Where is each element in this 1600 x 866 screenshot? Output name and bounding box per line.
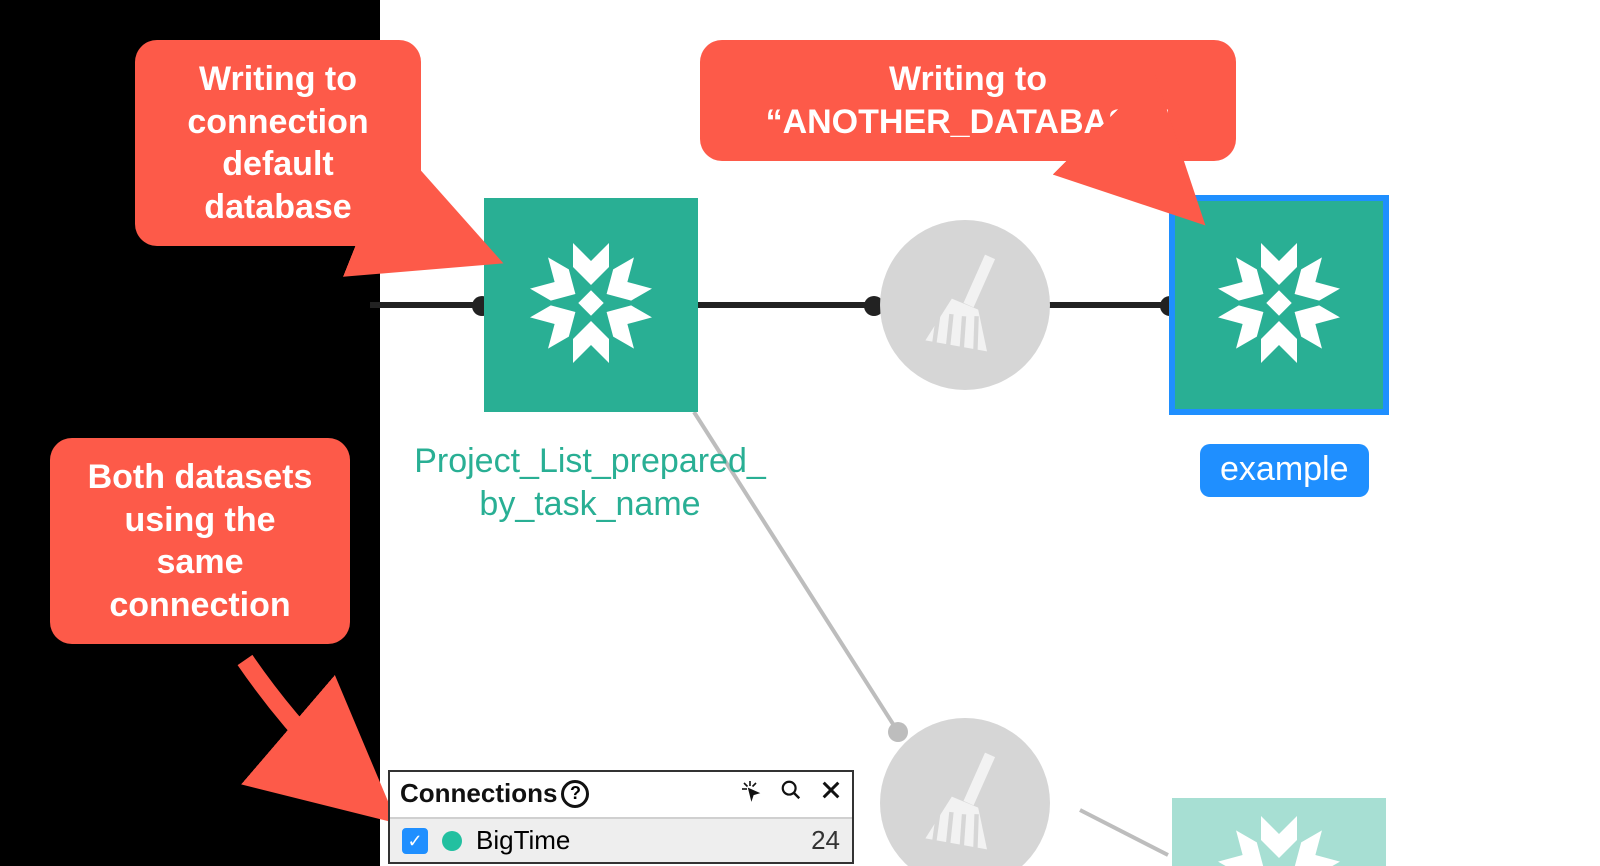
snowflake-icon: [516, 228, 666, 383]
search-icon[interactable]: [780, 779, 802, 808]
recipe-node-prepare[interactable]: [880, 220, 1050, 390]
dataset-node-snowflake-2[interactable]: [1172, 198, 1386, 412]
checkbox-checked-icon[interactable]: ✓: [402, 828, 428, 854]
snowflake-icon: [1204, 228, 1354, 383]
close-icon[interactable]: [820, 779, 842, 808]
connection-row[interactable]: ✓ BigTime 24: [390, 819, 852, 862]
connection-name: BigTime: [476, 825, 570, 856]
connections-panel: Connections ? ✓ BigTime 24: [388, 770, 854, 864]
annotation-callout: Writing to “ANOTHER_DATABASE”: [700, 40, 1236, 161]
snowflake-icon: [1204, 801, 1354, 866]
status-dot-icon: [442, 831, 462, 851]
dataset-node-snowflake-1[interactable]: [484, 198, 698, 412]
cursor-spark-icon[interactable]: [738, 778, 762, 809]
annotation-callout: Both datasets using the same connection: [50, 438, 350, 644]
broom-icon: [910, 248, 1020, 363]
help-icon[interactable]: ?: [561, 780, 589, 808]
broom-icon: [910, 746, 1020, 861]
dataset-node-snowflake-3[interactable]: [1172, 798, 1386, 866]
dataset-label-selected: example: [1200, 444, 1369, 497]
panel-title: Connections: [400, 778, 557, 809]
connection-count: 24: [811, 825, 840, 856]
dataset-label: Project_List_prepared_ by_task_name: [380, 440, 800, 525]
annotation-callout: Writing to connection default database: [135, 40, 421, 246]
